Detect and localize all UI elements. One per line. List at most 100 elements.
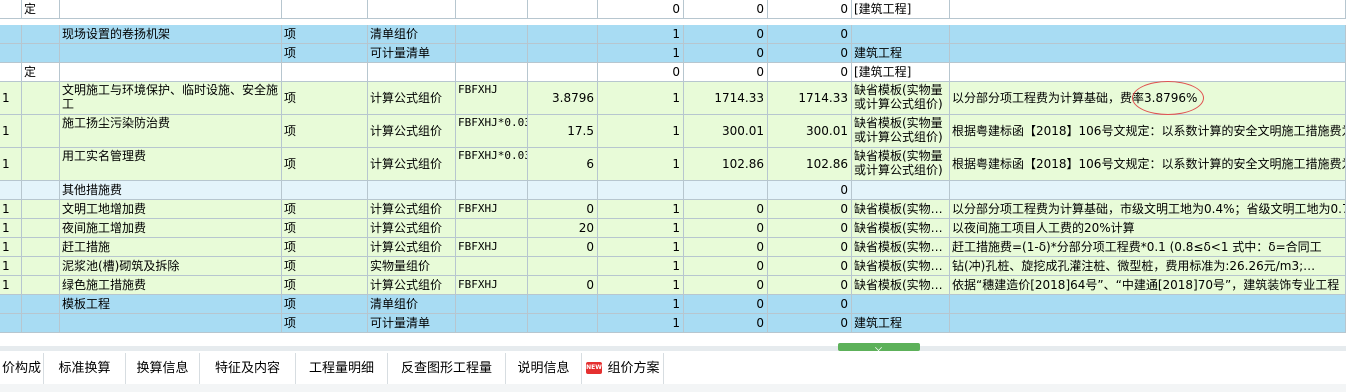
cell-rate[interactable]: 6 [528, 148, 598, 181]
cell-total[interactable]: 0 [768, 314, 852, 333]
cell-remark[interactable]: 根据粤建标函【2018】106号文规定：以系数计算的安全文明施工措施费为计 [950, 115, 1346, 148]
cell-type[interactable] [22, 200, 60, 219]
cell-remark[interactable] [950, 63, 1346, 82]
cell-total[interactable]: 0 [768, 295, 852, 314]
cell-rate[interactable]: 0 [528, 276, 598, 295]
cell-total[interactable]: 0 [768, 63, 852, 82]
cell-method[interactable]: 可计量清单 [368, 44, 456, 63]
cell-formula[interactable] [456, 25, 528, 44]
cell-template[interactable]: 缺省模板(实物… [852, 276, 950, 295]
cell-type[interactable] [22, 257, 60, 276]
cell-formula[interactable] [456, 314, 528, 333]
cell-unit[interactable]: 项 [282, 276, 368, 295]
cell-formula[interactable] [456, 219, 528, 238]
cell-template[interactable]: 缺省模板(实物量或计算公式组价) [852, 82, 950, 115]
cell-total[interactable]: 300.01 [768, 115, 852, 148]
cell-template[interactable] [852, 181, 950, 200]
cell-unit[interactable]: 项 [282, 148, 368, 181]
cell-formula[interactable] [456, 295, 528, 314]
tab-description-info[interactable]: 说明信息 [506, 353, 582, 384]
cell-method[interactable] [368, 63, 456, 82]
splitter-collapse-handle[interactable] [838, 343, 920, 351]
cell-type[interactable] [22, 148, 60, 181]
cell-total[interactable]: 0 [768, 276, 852, 295]
cell-rate[interactable] [528, 257, 598, 276]
cell-unit-price[interactable]: 300.01 [684, 115, 768, 148]
cell-template[interactable] [852, 25, 950, 44]
cell-unit[interactable]: 项 [282, 257, 368, 276]
cell-unit[interactable]: 项 [282, 115, 368, 148]
cell-qty[interactable]: 0 [598, 63, 684, 82]
cell-unit-price[interactable]: 1714.33 [684, 82, 768, 115]
table-row[interactable]: 1 夜间施工增加费项计算公式组价 20 1 0 0 缺省模板(实物… 以夜间施工项目人工费的2… [0, 219, 1346, 238]
cell-total[interactable]: 0 [768, 44, 852, 63]
cell-seq[interactable]: 1 [0, 276, 22, 295]
cell-rate[interactable] [528, 63, 598, 82]
cell-template[interactable]: 缺省模板(实物… [852, 238, 950, 257]
cell-total[interactable]: 0 [768, 25, 852, 44]
cell-formula[interactable]: FBFXHJ [456, 238, 528, 257]
cell-name[interactable]: 泥浆池(槽)砌筑及拆除 [60, 257, 282, 276]
cell-unit[interactable] [282, 63, 368, 82]
cell-rate[interactable] [528, 295, 598, 314]
cell-qty[interactable]: 1 [598, 25, 684, 44]
panel-splitter[interactable] [0, 346, 1346, 351]
cell-type[interactable] [22, 276, 60, 295]
cell-remark[interactable]: 赶工措施费=(1-δ)*分部分项工程费*0.1 (0.8≤δ<1 式中：δ=合同… [950, 238, 1346, 257]
cell-formula[interactable] [456, 0, 528, 19]
cell-formula[interactable]: FBFXHJ*0.038796 [456, 148, 528, 181]
cell-type[interactable] [22, 181, 60, 200]
table-row[interactable]: 1 赶工措施项计算公式组价 FBFXHJ 0 1 0 0 缺省模板(实物… 赶工措施费=(1-δ… [0, 238, 1346, 257]
cell-remark[interactable]: 依据“穗建造价[2018]64号”、“中建通[2018]70号”，建筑装饰专业工… [950, 276, 1346, 295]
cell-type[interactable]: 定 [22, 0, 60, 19]
cell-remark[interactable]: 以分部分项工程费为计算基础，市级文明工地为0.4%；省级文明工地为0.7% [950, 200, 1346, 219]
cell-qty[interactable]: 1 [598, 44, 684, 63]
cell-seq[interactable] [0, 181, 22, 200]
cell-rate[interactable]: 0 [528, 200, 598, 219]
cell-name[interactable]: 施工扬尘污染防治费 [60, 115, 282, 148]
cell-method[interactable]: 计算公式组价 [368, 200, 456, 219]
cell-seq[interactable] [0, 0, 22, 19]
cell-remark[interactable] [950, 44, 1346, 63]
cell-remark[interactable]: 钻(冲)孔桩、旋挖成孔灌注桩、微型桩，费用标准为:26.26元/m3;… [950, 257, 1346, 276]
cell-total[interactable]: 0 [768, 181, 852, 200]
table-row[interactable]: 定 0 0 0 [建筑工程] [0, 63, 1346, 82]
cell-method[interactable]: 计算公式组价 [368, 148, 456, 181]
tab-conversion-info[interactable]: 换算信息 [126, 353, 200, 384]
cell-seq[interactable] [0, 314, 22, 333]
cell-seq[interactable] [0, 25, 22, 44]
cell-unit[interactable] [282, 0, 368, 19]
cell-type[interactable] [22, 44, 60, 63]
cell-name[interactable]: 文明施工与环境保护、临时设施、安全施工 [60, 82, 282, 115]
cell-unit-price[interactable]: 0 [684, 219, 768, 238]
cell-seq[interactable]: 1 [0, 148, 22, 181]
cell-type[interactable] [22, 25, 60, 44]
table-row[interactable]: 项可计量清单 1 0 0 建筑工程 [0, 44, 1346, 63]
cell-formula[interactable]: FBFXHJ [456, 200, 528, 219]
cell-unit-price[interactable]: 0 [684, 238, 768, 257]
cell-unit-price[interactable] [684, 181, 768, 200]
cell-qty[interactable]: 1 [598, 219, 684, 238]
cell-unit[interactable]: 项 [282, 82, 368, 115]
cell-name[interactable]: 其他措施费 [60, 181, 282, 200]
tab-quantity-detail[interactable]: 工程量明细 [296, 353, 388, 384]
cell-type[interactable] [22, 82, 60, 115]
cell-formula[interactable] [456, 257, 528, 276]
cell-rate[interactable]: 20 [528, 219, 598, 238]
cell-unit-price[interactable]: 102.86 [684, 148, 768, 181]
cell-qty[interactable] [598, 181, 684, 200]
table-row[interactable]: 现场设置的卷扬机架项清单组价 1 0 0 [0, 25, 1346, 44]
cell-unit-price[interactable]: 0 [684, 276, 768, 295]
cell-name[interactable] [60, 314, 282, 333]
cell-rate[interactable]: 0 [528, 238, 598, 257]
cell-total[interactable]: 0 [768, 257, 852, 276]
cell-unit[interactable] [282, 181, 368, 200]
cell-remark[interactable] [950, 25, 1346, 44]
cell-unit[interactable]: 项 [282, 44, 368, 63]
cell-method[interactable]: 计算公式组价 [368, 82, 456, 115]
cell-seq[interactable]: 1 [0, 200, 22, 219]
cell-seq[interactable] [0, 63, 22, 82]
cell-template[interactable]: 缺省模板(实物… [852, 257, 950, 276]
cell-rate[interactable] [528, 0, 598, 19]
tab-price-composition[interactable]: 价构成 [0, 353, 44, 384]
